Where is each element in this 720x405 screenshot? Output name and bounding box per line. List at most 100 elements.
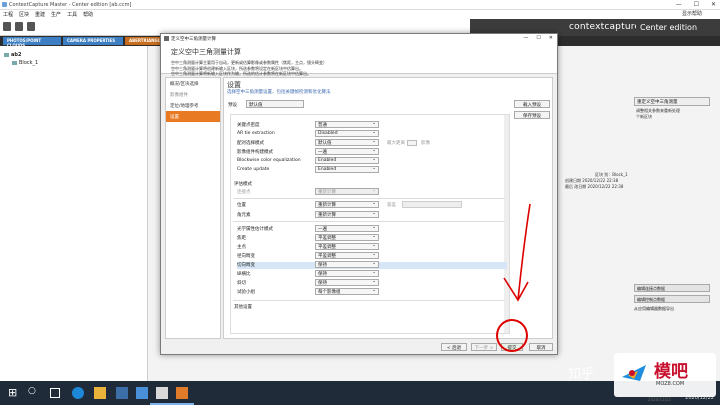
radial-distortion-select[interactable]: 平差调整	[315, 252, 379, 259]
mail-icon[interactable]	[136, 387, 148, 399]
position-select[interactable]: 重新计算	[315, 201, 379, 208]
tab-photos[interactable]: PHOTOS/POINT CLOUDS	[3, 37, 61, 48]
setting-label: 配对选择模式	[237, 141, 264, 146]
rotation-select[interactable]: 重新计算	[315, 211, 379, 218]
max-distance-input[interactable]	[407, 140, 417, 146]
redefine-aerotriangulation-button[interactable]: 重定义空中三角测量	[634, 97, 710, 106]
search-icon[interactable]: ○	[28, 386, 40, 398]
setting-row: 径向畸变 平差调整	[237, 252, 507, 260]
setting-row: 影像组件构建模式 一遍	[237, 148, 507, 156]
task-view-icon[interactable]	[50, 388, 60, 398]
focal-length-select[interactable]: 平差调整	[315, 234, 379, 241]
menu-project[interactable]: 工程	[3, 11, 13, 18]
cc-icon[interactable]	[176, 387, 188, 399]
dialog-minimize-button[interactable]: —	[523, 35, 528, 41]
tree-block[interactable]: Block_1	[12, 60, 38, 66]
group-select[interactable]: 每个影像组	[315, 288, 379, 295]
divider	[233, 300, 505, 301]
taskbar: ⊞ ○ 2020/12/22	[0, 381, 720, 405]
setting-label: 试验小组	[237, 290, 255, 295]
open-project-icon[interactable]	[15, 22, 23, 31]
pair-selection-select[interactable]: 默认值	[315, 139, 379, 146]
project-icon	[4, 52, 9, 57]
app-icon[interactable]	[156, 387, 168, 399]
ar-tie-select[interactable]: Disabled	[315, 130, 379, 137]
setting-label: 纵横比	[237, 272, 251, 277]
plane-logo-icon	[622, 365, 646, 381]
zhihu-watermark: 知乎	[568, 367, 595, 382]
dialog-maximize-button[interactable]: ☐	[536, 35, 540, 41]
settings-scroll: 关键点密度 普通 AR tie extraction Disabled 配对选择…	[230, 114, 510, 334]
save-project-icon[interactable]	[27, 22, 35, 31]
help-link[interactable]: 显示帮助	[682, 10, 702, 17]
tree-root[interactable]: ab2	[4, 52, 21, 58]
create-update-select[interactable]: Enabled	[315, 166, 379, 173]
folder-icon[interactable]	[94, 387, 106, 399]
component-mode-select[interactable]: 一遍	[315, 148, 379, 155]
save-preset-button[interactable]: 保存预设	[514, 111, 550, 119]
principal-point-select[interactable]: 平差调整	[315, 243, 379, 250]
setting-label: 径向畸变	[237, 254, 255, 259]
menu-help[interactable]: 帮助	[83, 11, 93, 18]
color-equalization-select[interactable]: Enabled	[315, 157, 379, 164]
menu-tools[interactable]: 工具	[67, 11, 77, 18]
annotation-arrow	[503, 203, 531, 302]
edge-icon[interactable]	[72, 387, 84, 399]
section-other: 其他设置	[234, 305, 252, 310]
maximize-button[interactable]: ☐	[694, 1, 699, 8]
close-button[interactable]: ✕	[711, 1, 716, 8]
optical-mode-select[interactable]: 一遍	[315, 225, 379, 232]
cancel-button[interactable]: 取消	[529, 343, 553, 351]
max-distance-label: 最大距离	[387, 141, 405, 146]
minimize-button[interactable]: —	[676, 1, 682, 8]
site-watermark: 模吧 MOZ8.COM	[614, 353, 716, 397]
menu-block[interactable]: 区块	[19, 11, 29, 18]
preset-select[interactable]: 默认值	[246, 100, 304, 108]
setting-label: 切向畸变	[237, 263, 255, 268]
tab-camera-properties[interactable]: CAMERA PROPERTIES	[63, 37, 123, 45]
skew-select[interactable]: 保持	[315, 279, 379, 286]
setting-row: 斜切 保持	[237, 279, 507, 287]
export-hint: 从应用编辑器数据导出	[634, 306, 674, 311]
new-project-icon[interactable]	[3, 22, 11, 31]
setting-label: 角元素	[237, 213, 251, 218]
edit-control-points-button[interactable]: 编辑控制点数据	[634, 295, 710, 303]
tie-points-select: 重新计算	[315, 188, 379, 195]
tangential-distortion-select[interactable]: 保持	[315, 261, 379, 268]
load-preset-button[interactable]: 载入预设	[514, 100, 550, 108]
accuracy-input	[402, 201, 462, 208]
menu-reconstruction[interactable]: 重建	[35, 11, 45, 18]
section-estimate: 评估模式	[234, 182, 252, 187]
setting-row: 光学属性估计模式 一遍	[237, 225, 507, 233]
brand-edition: Center edition	[636, 22, 702, 33]
setting-label: 斜切	[237, 281, 246, 286]
edit-tie-points-button[interactable]: 编辑连接点数据	[634, 284, 710, 292]
menubar: 工程 区块 重建 生产 工具 帮助	[0, 10, 720, 19]
max-distance-unit: 影像	[421, 141, 430, 146]
nav-georeference[interactable]: 定位/地理参考	[166, 100, 220, 111]
setting-label: Blockwise color equalization	[237, 158, 301, 163]
setting-label: 影像组件构建模式	[237, 150, 273, 155]
keypoint-density-select[interactable]: 普通	[315, 121, 379, 128]
setting-row: 角元素 重新计算	[237, 211, 507, 219]
dialog-header: 定义空中三角测量计算 空中三角测量计算主要用于自动，更新或估算影像或参数属性（焦…	[161, 43, 557, 76]
start-icon[interactable]: ⊞	[8, 386, 20, 399]
menu-production[interactable]: 生产	[51, 11, 61, 18]
nav-block-selection[interactable]: 概况/区块选择	[166, 78, 220, 89]
setting-label: 光学属性估计模式	[237, 227, 273, 232]
aspect-ratio-select[interactable]: 保持	[315, 270, 379, 277]
dialog-heading: 定义空中三角测量计算	[171, 48, 241, 56]
next-button[interactable]: 下一步 >	[471, 343, 497, 351]
setting-label: AR tie extraction	[237, 131, 275, 136]
dialog-close-button[interactable]: ✕	[549, 35, 553, 41]
setting-row: 试验小组 每个影像组	[237, 288, 507, 296]
preset-label: 预设	[228, 103, 237, 108]
dialog-title: 定义空中三角测量计算	[171, 37, 216, 42]
nav-components[interactable]: 影像组件	[166, 89, 220, 100]
store-icon[interactable]	[116, 387, 128, 399]
setting-row: 位置 重新计算 容差	[237, 201, 507, 209]
setting-label: 焦距	[237, 236, 246, 241]
nav-settings[interactable]: 设置	[166, 111, 220, 122]
back-button[interactable]: < 后退	[441, 343, 467, 351]
tree-root-label: ab2	[11, 52, 22, 58]
